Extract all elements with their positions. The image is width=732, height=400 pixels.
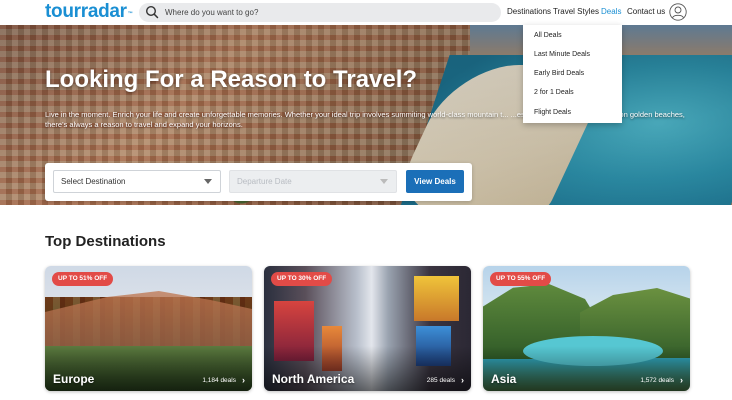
user-account-icon[interactable] [669, 3, 687, 21]
deal-count: 1,184 deals [202, 377, 236, 384]
billboard-top-right [414, 276, 459, 321]
destination-select[interactable]: Select Destination [53, 170, 221, 193]
destination-card-europe[interactable]: UP TO 51% OFF Europe 1,184 deals › [45, 266, 252, 391]
card-title: Asia [491, 372, 517, 386]
search-icon [145, 5, 159, 19]
view-deals-button[interactable]: View Deals [406, 170, 464, 193]
nav-travel-styles[interactable]: Travel Styles [553, 7, 599, 16]
menu-item-flight-deals[interactable]: Flight Deals [534, 109, 571, 116]
departure-date-value: Departure Date [237, 177, 292, 186]
chevron-right-icon: › [461, 375, 464, 385]
deals-dropdown-menu: All Deals Last Minute Deals Early Bird D… [523, 25, 622, 123]
search-bar[interactable] [139, 3, 501, 22]
destination-card-asia[interactable]: UP TO 55% OFF Asia 1,572 deals › [483, 266, 690, 391]
europe-town-hill [45, 291, 252, 348]
chevron-right-icon: › [242, 375, 245, 385]
menu-item-early-bird-deals[interactable]: Early Bird Deals [534, 70, 584, 77]
nav-destinations[interactable]: Destinations [507, 7, 551, 16]
departure-date-select: Departure Date [229, 170, 397, 193]
menu-item-all-deals[interactable]: All Deals [534, 32, 562, 39]
deal-count: 285 deals [426, 377, 455, 384]
section-title-top-destinations: Top Destinations [45, 233, 166, 250]
discount-badge: UP TO 30% OFF [271, 272, 333, 286]
card-title: North America [272, 372, 355, 386]
chevron-down-icon [204, 179, 212, 184]
destination-card-north-america[interactable]: UP TO 30% OFF North America 285 deals › [264, 266, 471, 391]
deal-count: 1,572 deals [640, 377, 674, 384]
menu-item-last-minute-deals[interactable]: Last Minute Deals [534, 51, 590, 58]
discount-badge: UP TO 55% OFF [490, 272, 552, 286]
hero-title: Looking For a Reason to Travel? [45, 66, 418, 93]
nav-contact-us[interactable]: Contact us [627, 7, 665, 16]
nav-deals[interactable]: Deals [601, 7, 621, 16]
logo-text: tourradar [45, 1, 127, 22]
destination-select-value: Select Destination [61, 177, 126, 186]
hero-banner: Looking For a Reason to Travel? Live in … [0, 25, 732, 205]
chevron-down-icon [380, 179, 388, 184]
discount-badge: UP TO 51% OFF [52, 272, 114, 286]
menu-item-2-for-1-deals[interactable]: 2 for 1 Deals [534, 89, 574, 96]
chevron-right-icon: › [680, 375, 683, 385]
logo-trademark: ™ [127, 11, 133, 17]
top-navbar: tourradar™ Destinations Travel Styles De… [0, 0, 732, 25]
tourradar-logo[interactable]: tourradar™ [45, 1, 133, 23]
card-title: Europe [53, 372, 95, 386]
deal-search-panel: Select Destination Departure Date View D… [45, 163, 472, 201]
search-input[interactable] [165, 3, 485, 22]
